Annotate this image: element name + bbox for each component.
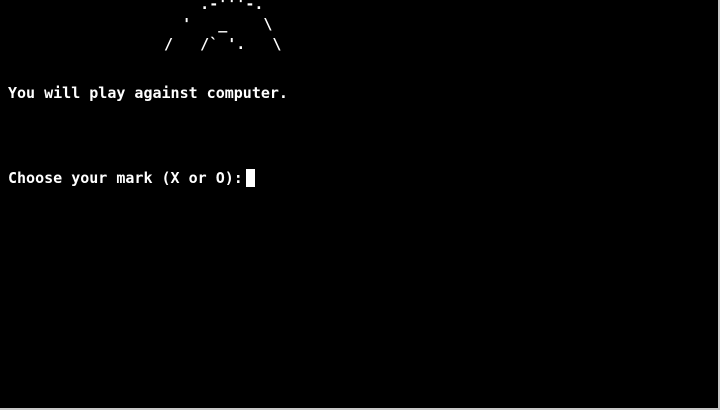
terminal-window[interactable]: .-'''-. ' _ \ / /` '. \ You will play ag… — [0, 0, 720, 410]
info-message: You will play against computer. — [8, 84, 288, 102]
ascii-art-line: .-'''-. — [146, 0, 264, 13]
ascii-art-line: / /` '. \ — [146, 35, 282, 53]
prompt-text: Choose your mark (X or O): — [8, 169, 243, 187]
mark-prompt[interactable]: Choose your mark (X or O): — [8, 168, 255, 188]
ascii-art-line: ' _ \ — [146, 15, 273, 33]
ascii-art-banner: .-'''-. ' _ \ / /` '. \ — [146, 0, 281, 54]
text-cursor[interactable] — [245, 169, 255, 187]
